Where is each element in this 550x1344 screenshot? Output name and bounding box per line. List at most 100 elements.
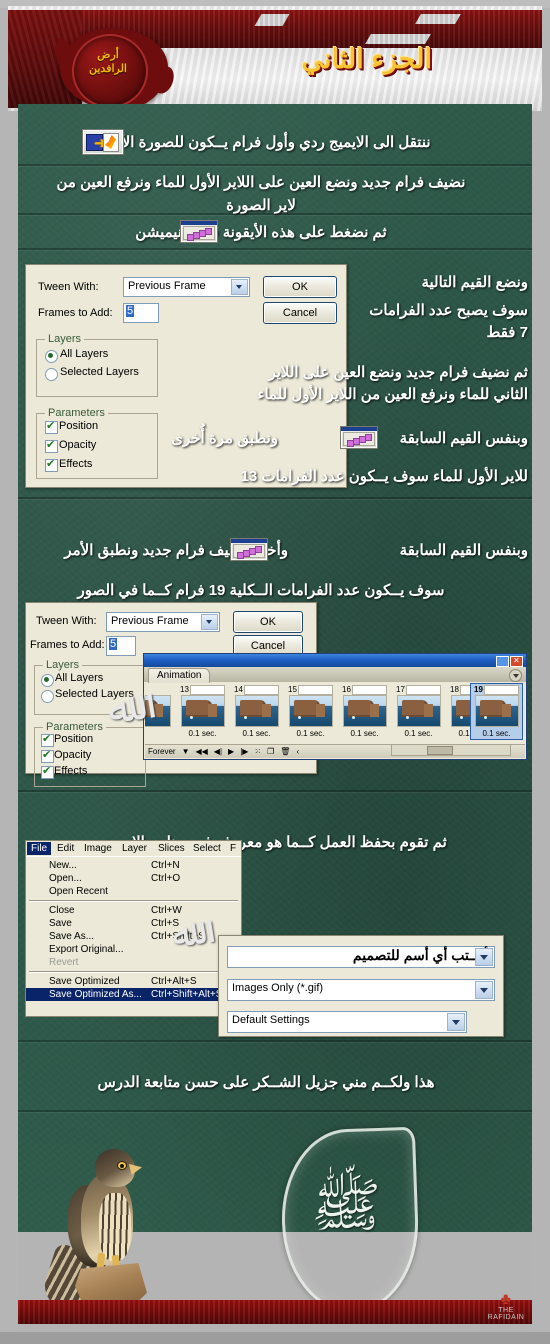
- play-icon[interactable]: ▶: [225, 747, 237, 756]
- menu-item-label: Open...: [49, 873, 82, 884]
- frame-number: 19: [474, 685, 483, 694]
- radio-all-layers[interactable]: [45, 350, 58, 363]
- settings-select[interactable]: Default Settings: [227, 1011, 467, 1033]
- menu-item-export-original[interactable]: Export Original...: [26, 943, 241, 956]
- animation-panel[interactable]: ✕ Animation 13 0.1 sec. 14 0.1 sec. 15 0…: [143, 653, 527, 760]
- chevron-down-icon[interactable]: [447, 1013, 465, 1031]
- scrollbar-thumb[interactable]: [427, 746, 453, 755]
- minimize-icon[interactable]: [496, 656, 509, 667]
- menubar-top[interactable]: File Edit Image Layer Slices Select F: [26, 841, 241, 856]
- falcon-breast: [99, 1193, 131, 1261]
- jump-to-imageready-icon[interactable]: ➜: [82, 129, 124, 155]
- menu-image[interactable]: Image: [80, 842, 116, 855]
- menu-item-save-optimized[interactable]: Save Optimized Ctrl+Alt+S: [26, 975, 241, 988]
- thumb-rock: [502, 704, 511, 717]
- step-line-6a: ثم نضيف فرام جديد ونضع العين على اللاير: [268, 364, 528, 381]
- menu-item-save[interactable]: Save Ctrl+S: [26, 917, 241, 930]
- frame-item-selected[interactable]: 19 0.1 sec.: [470, 683, 523, 740]
- chevron-down-icon[interactable]: [475, 948, 493, 966]
- menu-file[interactable]: File: [27, 842, 52, 855]
- save-optimized-dialog[interactable]: أكــتب أي أسم للتصميم Images Only (*.gif…: [218, 935, 504, 1037]
- menu-item-new[interactable]: New... Ctrl+N: [26, 859, 241, 872]
- tween-with-value: Previous Frame: [128, 280, 206, 292]
- menu-item-open-recent[interactable]: Open Recent: [26, 885, 241, 898]
- frame-duration[interactable]: 0.1 sec.: [339, 729, 390, 738]
- tween-with-label: Tween With:: [36, 615, 97, 627]
- duplicate-frame-icon[interactable]: ❐: [264, 747, 277, 756]
- checkbox-effects[interactable]: [45, 457, 58, 472]
- loop-select[interactable]: Forever: [145, 747, 179, 756]
- frame-thumbnail: [397, 695, 441, 727]
- next-frame-icon[interactable]: |▶: [237, 747, 251, 756]
- checkbox-opacity[interactable]: [41, 748, 54, 763]
- frame-item[interactable]: 15 0.1 sec.: [285, 684, 336, 739]
- radio-selected-layers[interactable]: [41, 690, 54, 703]
- tween-with-select[interactable]: Previous Frame: [123, 277, 250, 297]
- tween-icon[interactable]: [340, 426, 378, 449]
- frame-thumbnail: [235, 695, 279, 727]
- divider: [18, 1040, 532, 1042]
- frame-duration[interactable]: 0.1 sec.: [285, 729, 336, 738]
- horizontal-scrollbar[interactable]: [391, 744, 511, 756]
- frames-to-add-input[interactable]: 5: [106, 636, 136, 656]
- resize-icon[interactable]: ‹: [293, 747, 302, 756]
- chevron-down-icon[interactable]: [475, 981, 493, 999]
- menu-select[interactable]: Select: [189, 842, 225, 855]
- checkbox-position[interactable]: [41, 732, 54, 747]
- checkbox-position[interactable]: [45, 419, 58, 434]
- checkbox-opacity[interactable]: [45, 438, 58, 453]
- animation-tabbar: Animation: [144, 667, 526, 683]
- panel-menu-icon[interactable]: [509, 669, 522, 682]
- chevron-down-icon[interactable]: [201, 614, 218, 630]
- tween-icon[interactable]: [180, 220, 218, 243]
- frame-duration[interactable]: 0.1 sec.: [231, 729, 282, 738]
- animation-toolbar[interactable]: Forever ▼ ◀◀ ◀| ▶ |▶ ⁙ ❐ 🗑 ‹: [145, 744, 525, 758]
- frame-numbox: [352, 685, 387, 695]
- frame-item[interactable]: 16 0.1 sec.: [339, 684, 390, 739]
- menu-slices[interactable]: Slices: [154, 842, 189, 855]
- tween-with-select[interactable]: Previous Frame: [106, 612, 220, 632]
- format-select[interactable]: Images Only (*.gif): [227, 979, 495, 1001]
- menu-item-close[interactable]: Close Ctrl+W: [26, 904, 241, 917]
- tween-icon[interactable]: ⁙: [251, 747, 264, 756]
- menu-item-save-optimized-as[interactable]: Save Optimized As... Ctrl+Shift+Alt+S: [26, 988, 241, 1001]
- previous-frame-icon[interactable]: ◀|: [211, 747, 225, 756]
- delete-frame-icon[interactable]: 🗑: [277, 747, 293, 756]
- file-menu-dropdown[interactable]: New... Ctrl+N Open... Ctrl+O Open Recent…: [26, 856, 241, 1016]
- menu-item-save-as[interactable]: Save As... Ctrl+Shift+S: [26, 930, 241, 943]
- filename-field[interactable]: أكــتب أي أسم للتصميم: [227, 946, 495, 968]
- chevron-down-icon[interactable]: [231, 279, 248, 295]
- animation-frames-strip[interactable]: 13 0.1 sec. 14 0.1 sec. 15 0.1 sec. 16 0…: [145, 683, 525, 740]
- thumb-highlight: [352, 716, 355, 719]
- menu-filter[interactable]: F: [226, 842, 240, 855]
- frames-to-add-input[interactable]: 5: [123, 303, 159, 323]
- cancel-button[interactable]: Cancel: [263, 302, 337, 324]
- frame-numbox: [484, 685, 519, 695]
- radio-all-layers[interactable]: [41, 674, 54, 687]
- menu-item-open[interactable]: Open... Ctrl+O: [26, 872, 241, 885]
- close-icon[interactable]: ✕: [510, 656, 523, 667]
- menu-edit[interactable]: Edit: [53, 842, 78, 855]
- frame-item[interactable]: 17 0.1 sec.: [393, 684, 444, 739]
- first-frame-icon[interactable]: ◀◀: [192, 747, 210, 756]
- chevron-down-icon[interactable]: ▼: [179, 747, 193, 756]
- frame-duration[interactable]: 0.1 sec.: [471, 729, 522, 738]
- thumb-rock: [316, 704, 325, 717]
- frame-item[interactable]: [145, 684, 174, 739]
- radio-selected-layers-label: Selected Layers: [60, 366, 139, 378]
- frame-item[interactable]: 14 0.1 sec.: [231, 684, 282, 739]
- parameters-group: Parameters Position Opacity Effects: [34, 721, 146, 787]
- menu-layer[interactable]: Layer: [118, 842, 151, 855]
- radio-selected-layers[interactable]: [45, 368, 58, 381]
- frame-duration[interactable]: 0.1 sec.: [393, 729, 444, 738]
- frame-number: 13: [180, 685, 189, 694]
- ok-button[interactable]: OK: [263, 276, 337, 298]
- frame-duration[interactable]: 0.1 sec.: [177, 729, 228, 738]
- tween-icon[interactable]: [230, 538, 268, 561]
- ok-button[interactable]: OK: [233, 611, 303, 633]
- animation-panel-titlebar[interactable]: ✕: [144, 654, 526, 667]
- tab-animation[interactable]: Animation: [148, 668, 211, 683]
- imageready-menubar[interactable]: File Edit Image Layer Slices Select F Ne…: [25, 840, 242, 1017]
- frame-item[interactable]: 13 0.1 sec.: [177, 684, 228, 739]
- checkbox-effects[interactable]: [41, 764, 54, 779]
